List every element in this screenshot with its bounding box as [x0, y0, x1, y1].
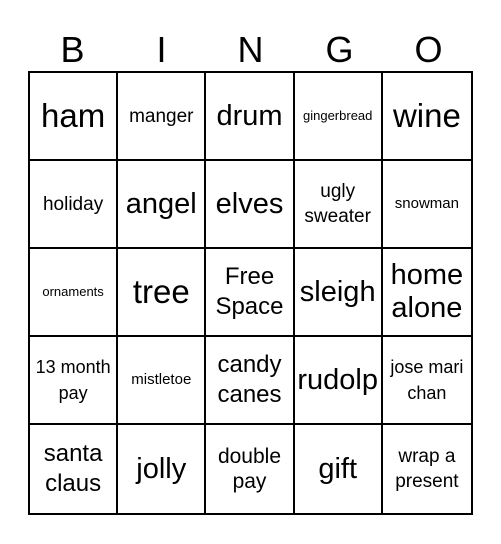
bingo-cell[interactable]: ornaments	[30, 249, 119, 337]
bingo-card-grid: ham manger drum gingerbread wine holiday…	[28, 71, 473, 515]
free-space-cell[interactable]: Free Space	[206, 249, 295, 337]
header-letter-b: B	[60, 29, 85, 70]
bingo-cell[interactable]: angel	[118, 161, 207, 249]
bingo-cell[interactable]: manger	[118, 73, 207, 161]
header-letter-i: I	[156, 29, 167, 70]
bingo-cell[interactable]: ham	[30, 73, 119, 161]
bingo-cell[interactable]: wine	[382, 73, 471, 161]
bingo-cell[interactable]: snowman	[382, 161, 471, 249]
bingo-cell[interactable]: double pay	[206, 425, 295, 513]
header-letter-n: N	[237, 29, 264, 70]
bingo-cell[interactable]: home alone	[382, 249, 471, 337]
bingo-cell[interactable]: sleigh	[294, 249, 383, 337]
bingo-cell[interactable]: 13 month pay	[30, 337, 119, 425]
bingo-cell[interactable]: jolly	[118, 425, 207, 513]
bingo-cell[interactable]: drum	[206, 73, 295, 161]
bingo-cell[interactable]: candy canes	[206, 337, 295, 425]
bingo-header: B I N G O	[28, 28, 473, 72]
bingo-cell[interactable]: elves	[206, 161, 295, 249]
bingo-cell[interactable]: santa claus	[30, 425, 119, 513]
bingo-cell[interactable]: ugly sweater	[294, 161, 383, 249]
bingo-cell[interactable]: tree	[118, 249, 207, 337]
header-letter-g: G	[325, 29, 354, 70]
bingo-cell[interactable]: gift	[295, 425, 383, 513]
bingo-cell[interactable]: rudolp	[294, 337, 383, 425]
bingo-cell[interactable]: wrap a present	[383, 425, 471, 513]
header-letter-o: O	[414, 29, 443, 70]
bingo-cell[interactable]: gingerbread	[294, 73, 383, 161]
bingo-cell[interactable]: mistletoe	[118, 337, 207, 425]
bingo-cell[interactable]: jose mari chan	[382, 337, 471, 425]
bingo-cell[interactable]: holiday	[30, 161, 119, 249]
